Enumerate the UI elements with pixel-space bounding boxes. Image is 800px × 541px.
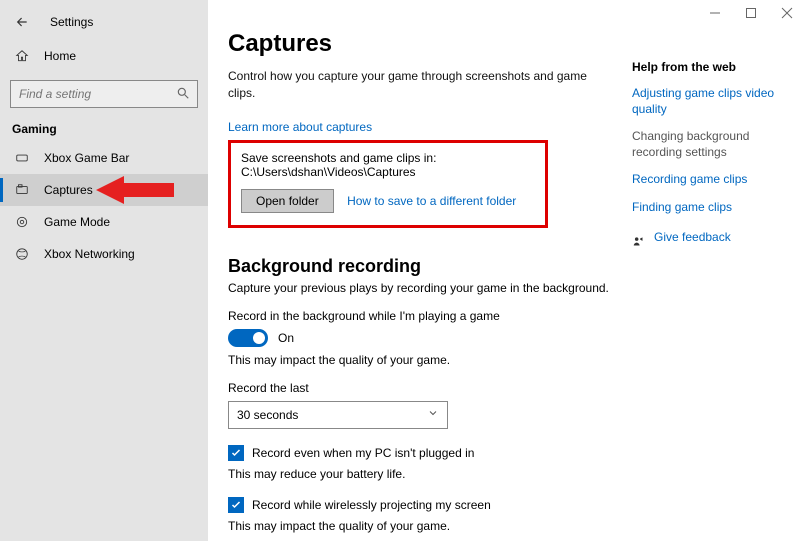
sidebar-item-label: Captures [44,183,93,197]
record-unplugged-label: Record even when my PC isn't plugged in [252,446,474,460]
sidebar-item-captures[interactable]: Captures [0,174,208,206]
help-link-finding-clips[interactable]: Finding game clips [632,200,782,216]
search-icon [176,86,190,103]
sidebar-item-xbox-networking[interactable]: Xbox Networking [0,238,208,270]
record-last-value: 30 seconds [237,408,298,422]
background-recording-heading: Background recording [228,256,776,277]
sidebar-item-label: Game Mode [44,215,110,229]
maximize-button[interactable] [744,6,758,20]
sidebar-item-label: Xbox Networking [44,247,135,261]
sidebar-item-xbox-game-bar[interactable]: Xbox Game Bar [0,142,208,174]
record-unplugged-note: This may reduce your battery life. [228,467,776,481]
background-recording-sub: Capture your previous plays by recording… [228,281,776,295]
record-last-label: Record the last [228,381,776,395]
gamebar-icon [14,151,30,165]
page-intro: Control how you capture your game throug… [228,68,588,102]
checkbox-checked-icon [228,497,244,513]
record-last-select[interactable]: 30 seconds [228,401,448,429]
search-wrap [10,80,198,108]
toggle-track-icon [228,329,268,347]
annotation-arrow-icon [96,174,176,209]
learn-more-link[interactable]: Learn more about captures [228,120,372,134]
xbox-networking-icon [14,247,30,261]
feedback-icon [632,235,646,252]
captures-icon [14,183,30,197]
bg-toggle[interactable]: On [228,329,776,347]
minimize-button[interactable] [708,6,722,20]
bg-toggle-state: On [278,331,294,345]
chevron-down-icon [427,407,439,422]
help-link-recording-clips[interactable]: Recording game clips [632,172,782,188]
help-panel: Help from the web Adjusting game clips v… [632,60,782,257]
how-to-save-link[interactable]: How to save to a different folder [347,194,516,208]
record-unplugged-checkbox[interactable]: Record even when my PC isn't plugged in [228,445,776,461]
sidebar: Settings Home Gaming Xbox Game Bar Ca [0,0,208,541]
give-feedback-label: Give feedback [654,230,731,246]
help-heading: Help from the web [632,60,782,74]
home-icon [14,49,30,63]
record-wireless-note: This may impact the quality of your game… [228,519,776,533]
sidebar-item-label: Home [44,49,76,63]
sidebar-item-label: Xbox Game Bar [44,151,129,165]
sidebar-item-game-mode[interactable]: Game Mode [0,206,208,238]
gamemode-icon [14,215,30,229]
record-wireless-checkbox[interactable]: Record while wirelessly projecting my sc… [228,497,776,513]
open-folder-button[interactable]: Open folder [241,189,334,213]
record-wireless-label: Record while wirelessly projecting my sc… [252,498,491,512]
close-button[interactable] [780,6,794,20]
save-location-block: Save screenshots and game clips in: C:\U… [228,140,548,228]
window-controls [708,6,794,20]
help-text-muted: Changing background recording settings [632,129,782,160]
sidebar-section-label: Gaming [0,108,208,142]
back-button[interactable] [12,12,32,32]
titlebar: Settings [0,6,208,38]
help-link-adjust-quality[interactable]: Adjusting game clips video quality [632,86,782,117]
checkbox-checked-icon [228,445,244,461]
give-feedback[interactable]: Give feedback [632,230,782,258]
bg-toggle-label: Record in the background while I'm playi… [228,309,776,323]
page-title: Captures [228,30,776,58]
app-title: Settings [50,15,93,29]
sidebar-item-home[interactable]: Home [0,40,208,72]
bg-toggle-note: This may impact the quality of your game… [228,353,776,367]
search-input[interactable] [10,80,198,108]
save-path-text: Save screenshots and game clips in: C:\U… [241,151,535,179]
